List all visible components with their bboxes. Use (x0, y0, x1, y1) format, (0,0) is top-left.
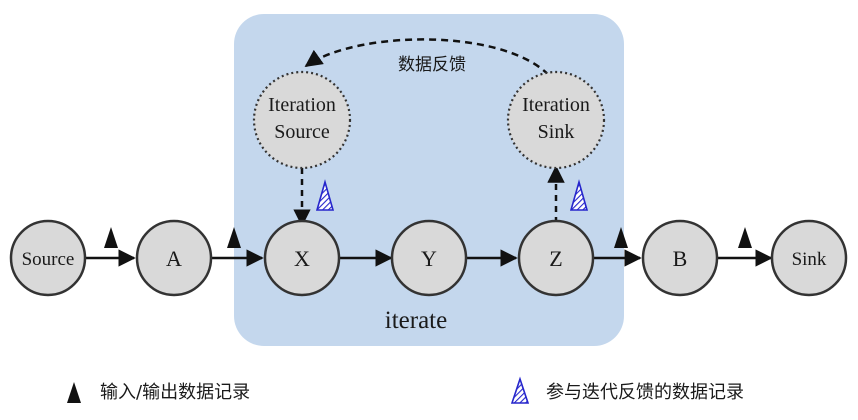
iterate-region-label: iterate (385, 307, 447, 334)
a-node: A (135, 219, 213, 297)
y-node: Y (390, 219, 468, 297)
feedback-label: 数据反馈 (398, 55, 466, 75)
iteration-source-label-line1: Iteration (268, 94, 336, 116)
z-node: Z (517, 219, 595, 297)
io-record-marker (104, 227, 118, 248)
sink-node: Sink (770, 219, 848, 297)
y-node-label: Y (421, 246, 437, 271)
sink-node-label: Sink (792, 249, 827, 270)
iteration-sink-label-line2: Sink (538, 121, 575, 143)
iteration-sink-label-line1: Iteration (522, 94, 590, 116)
source-node: Source (9, 219, 87, 297)
iteration-sink-node: Iteration Sink (506, 70, 606, 170)
diagram-canvas: iterate 数据反馈 Iteration Source Iteration … (9, 14, 848, 404)
legend-feedback-record-label: 参与迭代反馈的数据记录 (546, 382, 744, 403)
b-node-label: B (673, 246, 688, 271)
x-node-label: X (294, 246, 310, 271)
z-node-label: Z (549, 246, 562, 271)
a-node-label: A (166, 246, 182, 271)
b-node: B (641, 219, 719, 297)
iteration-source-node: Iteration Source (252, 70, 352, 170)
legend-feedback-record-icon (510, 376, 530, 404)
iteration-source-label-line2: Source (274, 121, 330, 143)
legend-io-record-label: 输入/输出数据记录 (100, 382, 250, 403)
x-node: X (263, 219, 341, 297)
dataflow-diagram: iterate 数据反馈 Iteration Source Iteration … (0, 0, 858, 420)
legend-io-record-icon (67, 382, 81, 403)
legend: 输入/输出数据记录 参与迭代反馈的数据记录 (67, 376, 744, 404)
source-node-label: Source (22, 249, 75, 270)
io-record-marker (738, 227, 752, 248)
